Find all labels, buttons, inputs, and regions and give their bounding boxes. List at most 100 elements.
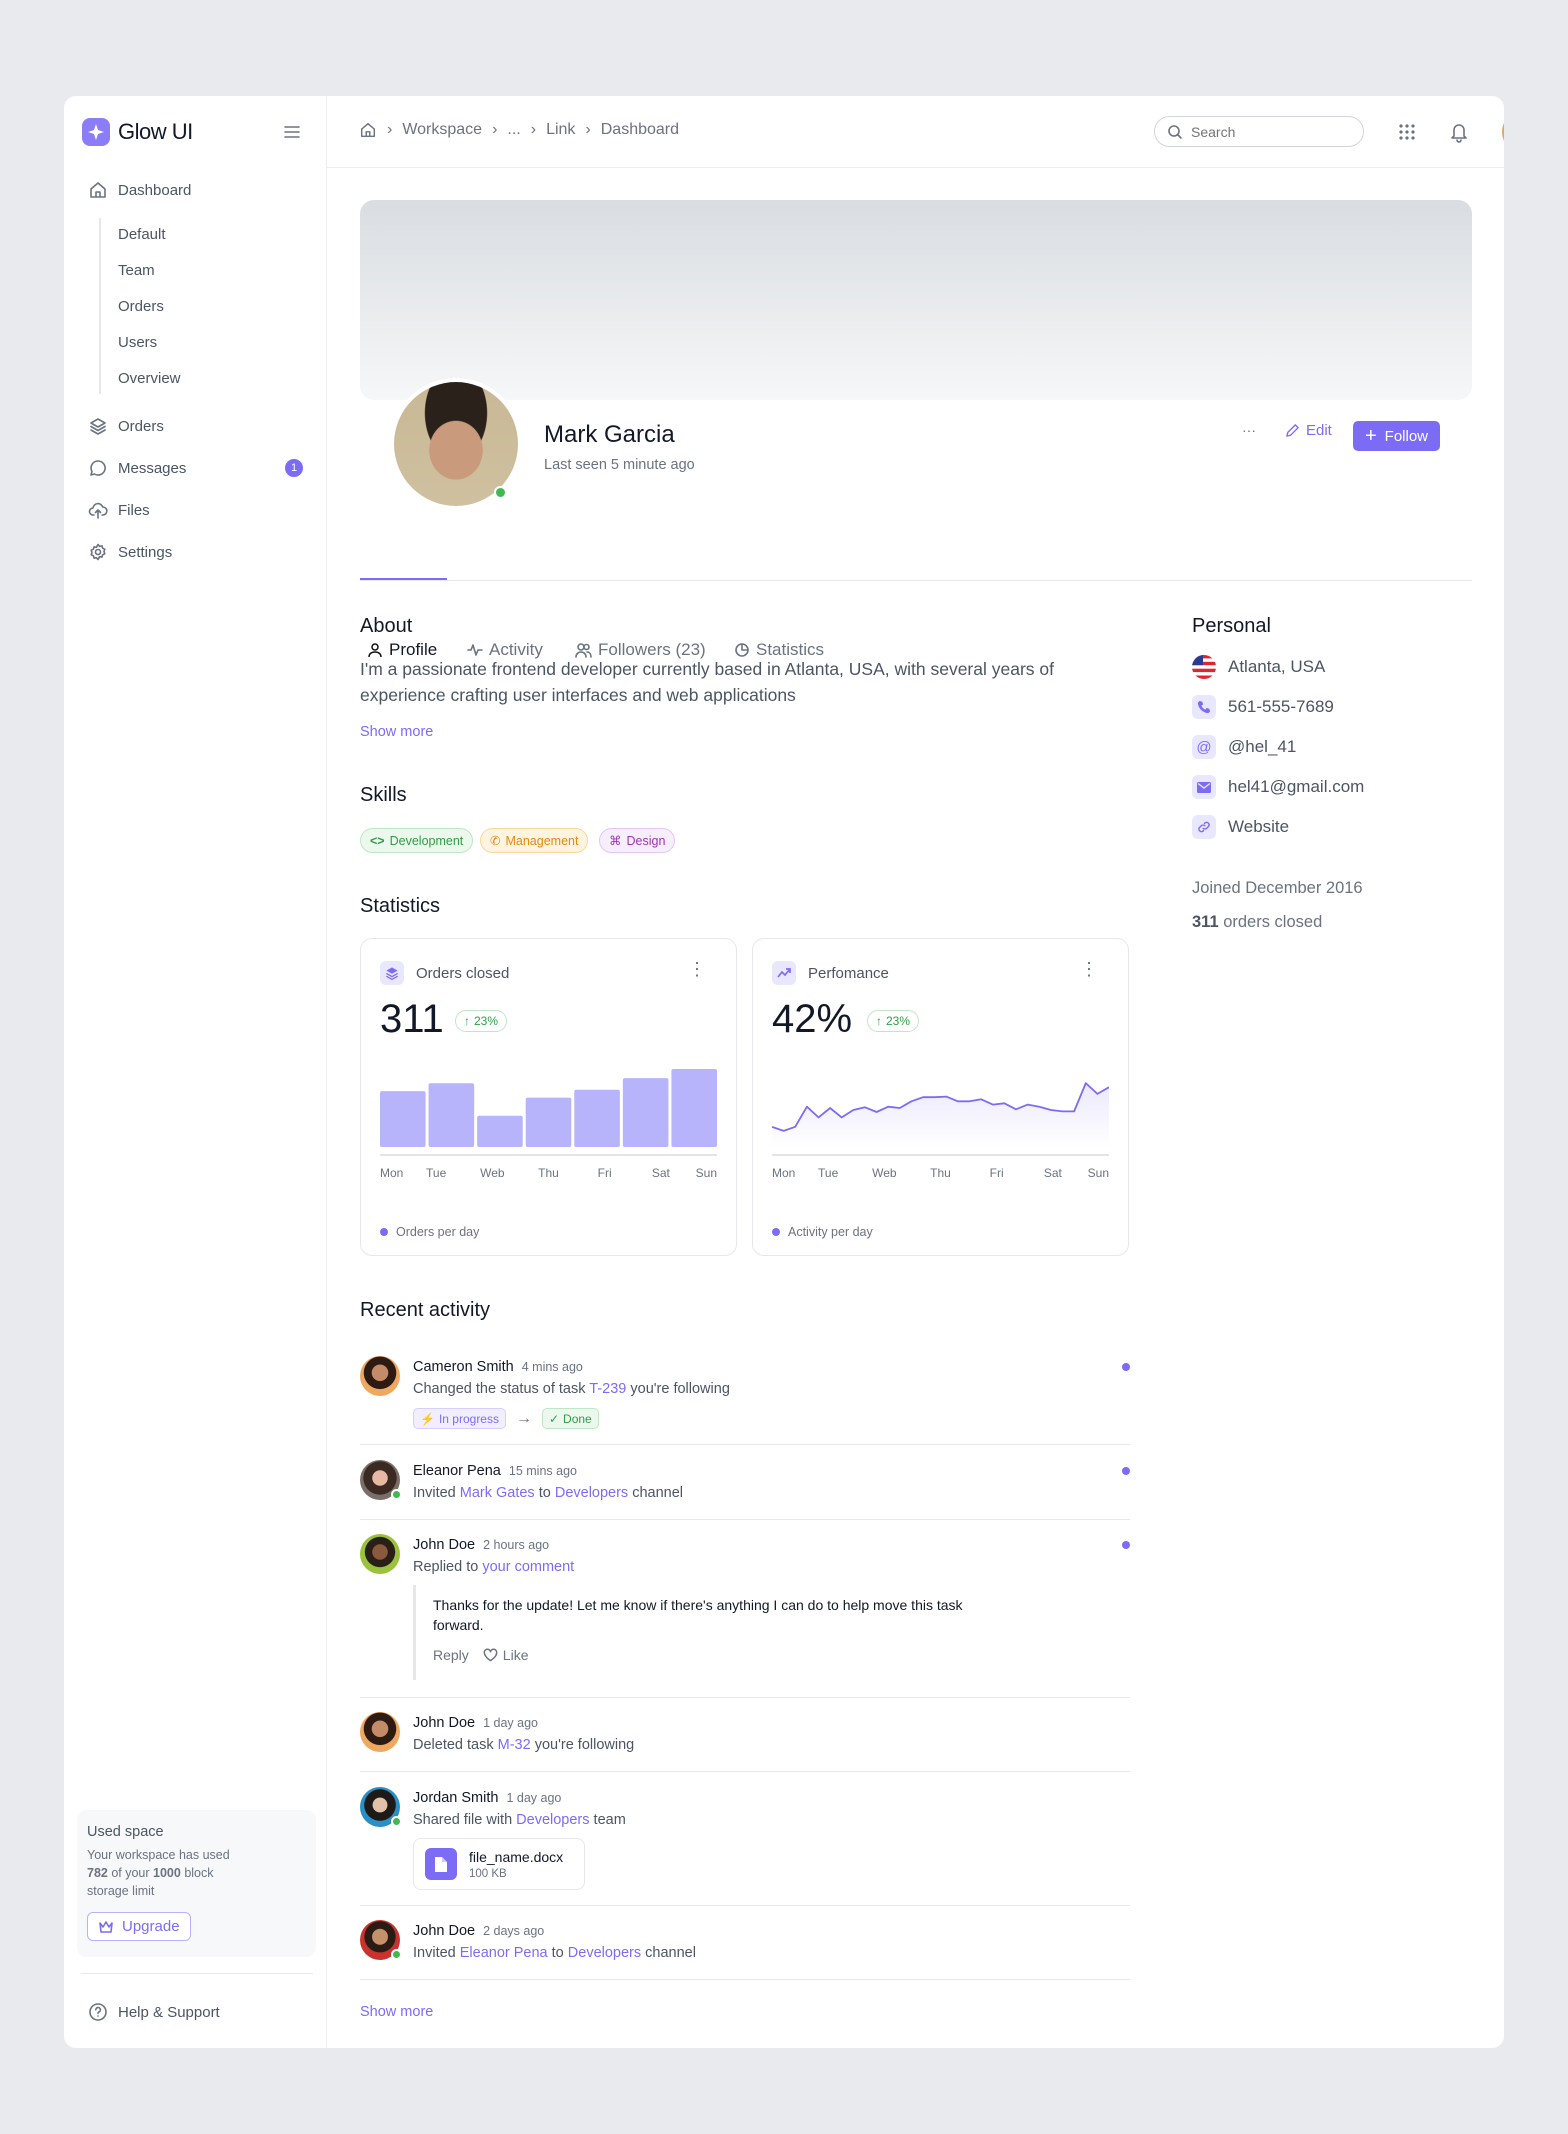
breadcrumb-item[interactable]: Dashboard	[601, 121, 679, 139]
menu-toggle-button[interactable]	[282, 122, 302, 142]
help-support-link[interactable]: Help & Support	[88, 2002, 220, 2022]
website-item[interactable]: Website	[1192, 815, 1289, 839]
x-tick-label: Thu	[930, 1166, 951, 1179]
sidebar-item-messages[interactable]: Messages 1	[88, 458, 303, 478]
orders-count: 311	[1192, 913, 1219, 931]
status-badge-in-progress: ⚡ In progress	[413, 1408, 506, 1429]
user-name[interactable]: Cameron Smith	[413, 1359, 514, 1375]
text: storage limit	[87, 1884, 155, 1898]
heart-icon	[483, 1648, 498, 1662]
breadcrumb-item[interactable]: Link	[546, 121, 575, 139]
activity-item: Jordan Smith 1 day ago Shared file with D…	[360, 1787, 1130, 1890]
website-link[interactable]: Website	[1228, 817, 1289, 837]
breadcrumb-item[interactable]: ...	[507, 121, 520, 139]
user-name[interactable]: Jordan Smith	[413, 1790, 498, 1806]
task-link[interactable]: M-32	[498, 1737, 531, 1753]
user-link[interactable]: Eleanor Pena	[460, 1945, 548, 1961]
sidebar-item-label: Messages	[118, 459, 187, 477]
user-name[interactable]: John Doe	[413, 1923, 475, 1939]
activity-text: Deleted task M-32 you're following	[413, 1737, 634, 1753]
activity-text: Invited Mark Gates to Developers channel	[413, 1485, 683, 1501]
chart-legend: Orders per day	[380, 1225, 479, 1239]
task-link[interactable]: T-239	[589, 1381, 626, 1397]
sidebar-item-settings[interactable]: Settings	[88, 542, 172, 562]
edit-label: Edit	[1306, 422, 1332, 439]
user-name[interactable]: Eleanor Pena	[413, 1463, 501, 1479]
activity-header: Eleanor Pena 15 mins ago	[413, 1463, 577, 1479]
card-header: Orders closed	[380, 961, 509, 985]
x-tick-label: Thu	[538, 1166, 559, 1179]
card-menu-icon[interactable]: ⋮	[1080, 959, 1098, 980]
bar-web	[477, 1115, 523, 1147]
team-link[interactable]: Developers	[516, 1812, 589, 1828]
user-name[interactable]: John Doe	[413, 1537, 475, 1553]
location-text: Atlanta, USA	[1228, 657, 1326, 676]
more-options-button[interactable]: ···	[1242, 422, 1256, 438]
used-space-title: Used space	[87, 1824, 164, 1840]
skill-chip-design[interactable]: ⌘ Design	[599, 828, 676, 853]
edit-button[interactable]: Edit	[1285, 422, 1332, 439]
email-item: hel41@gmail.com	[1192, 775, 1364, 799]
follow-label: Follow	[1384, 427, 1429, 445]
home-icon[interactable]	[359, 121, 377, 139]
sidebar-item-label: Dashboard	[118, 181, 192, 199]
recent-activity-heading: Recent activity	[360, 1299, 491, 1321]
file-info: file_name.docx 100 KB	[469, 1849, 563, 1880]
crown-icon	[99, 1920, 113, 1933]
channel-link[interactable]: Developers	[555, 1485, 628, 1501]
follow-button[interactable]: + Follow	[1353, 421, 1440, 451]
breadcrumb-item[interactable]: Workspace	[402, 121, 482, 139]
upgrade-button[interactable]: Upgrade	[87, 1912, 191, 1941]
card-menu-icon[interactable]: ⋮	[688, 959, 706, 980]
user-avatar[interactable]	[1502, 111, 1504, 153]
tabs-divider	[360, 580, 1472, 581]
email-text[interactable]: hel41@gmail.com	[1228, 777, 1364, 797]
sidebar-item-orders[interactable]: Orders	[88, 416, 164, 436]
skill-label: Development	[389, 833, 464, 848]
user-link[interactable]: Mark Gates	[460, 1485, 535, 1501]
skill-chip-development[interactable]: <> Development	[360, 828, 474, 853]
like-button[interactable]: Like	[483, 1647, 528, 1663]
change-value: 23%	[474, 1014, 499, 1028]
search-box[interactable]	[1154, 116, 1364, 147]
logo[interactable]: Glow UI	[82, 118, 193, 146]
chevron-right-icon: ›	[387, 121, 393, 138]
sidebar-subitem-users[interactable]: Users	[118, 334, 157, 351]
reply-button[interactable]: Reply	[433, 1647, 469, 1663]
sidebar-item-files[interactable]: Files	[88, 500, 150, 520]
notifications-button[interactable]	[1449, 121, 1469, 143]
timestamp: 15 mins ago	[508, 1464, 577, 1478]
sidebar-item-dashboard[interactable]: Dashboard	[88, 180, 191, 200]
activity-item: John Doe 2 days ago Invited Eleanor Pena …	[360, 1920, 1130, 1969]
sidebar-subitem-team[interactable]: Team	[118, 262, 155, 279]
search-input[interactable]	[1191, 123, 1341, 140]
card-value: 42%	[772, 997, 853, 1041]
activity-show-more-link[interactable]: Show more	[360, 2004, 433, 2020]
file-attachment[interactable]: file_name.docx 100 KB	[413, 1838, 585, 1890]
apps-button[interactable]	[1398, 123, 1416, 141]
channel-link[interactable]: Developers	[568, 1945, 641, 1961]
skill-chip-management[interactable]: ✆ Management	[480, 828, 589, 853]
sidebar: Glow UI Dashboard Default Team Orders Us…	[64, 96, 327, 2048]
x-tick-label: Sun	[1088, 1166, 1109, 1179]
text: to	[534, 1485, 555, 1501]
activity-item: Eleanor Pena 15 mins ago Invited Mark Gat…	[360, 1460, 1130, 1509]
legend-dot	[772, 1228, 780, 1236]
unread-dot	[1122, 1363, 1130, 1371]
arrow-up-icon: ↑	[876, 1014, 882, 1028]
sidebar-subitem-orders[interactable]: Orders	[118, 298, 164, 315]
profile-name: Mark Garcia	[544, 421, 675, 448]
x-tick-label: Tue	[426, 1166, 447, 1179]
user-name[interactable]: John Doe	[413, 1715, 475, 1731]
x-tick-label: Mon	[380, 1166, 403, 1179]
comment-link[interactable]: your comment	[482, 1559, 574, 1575]
text: channel	[641, 1945, 696, 1961]
x-tick-label: Sat	[652, 1166, 671, 1179]
sidebar-subitem-overview[interactable]: Overview	[118, 370, 181, 387]
online-indicator	[391, 1816, 402, 1827]
about-show-more-link[interactable]: Show more	[360, 724, 433, 740]
activity-header: John Doe 2 hours ago	[413, 1537, 549, 1553]
us-flag-icon	[1192, 655, 1216, 679]
x-tick-label: Fri	[990, 1166, 1004, 1179]
sidebar-subitem-default[interactable]: Default	[118, 226, 166, 243]
